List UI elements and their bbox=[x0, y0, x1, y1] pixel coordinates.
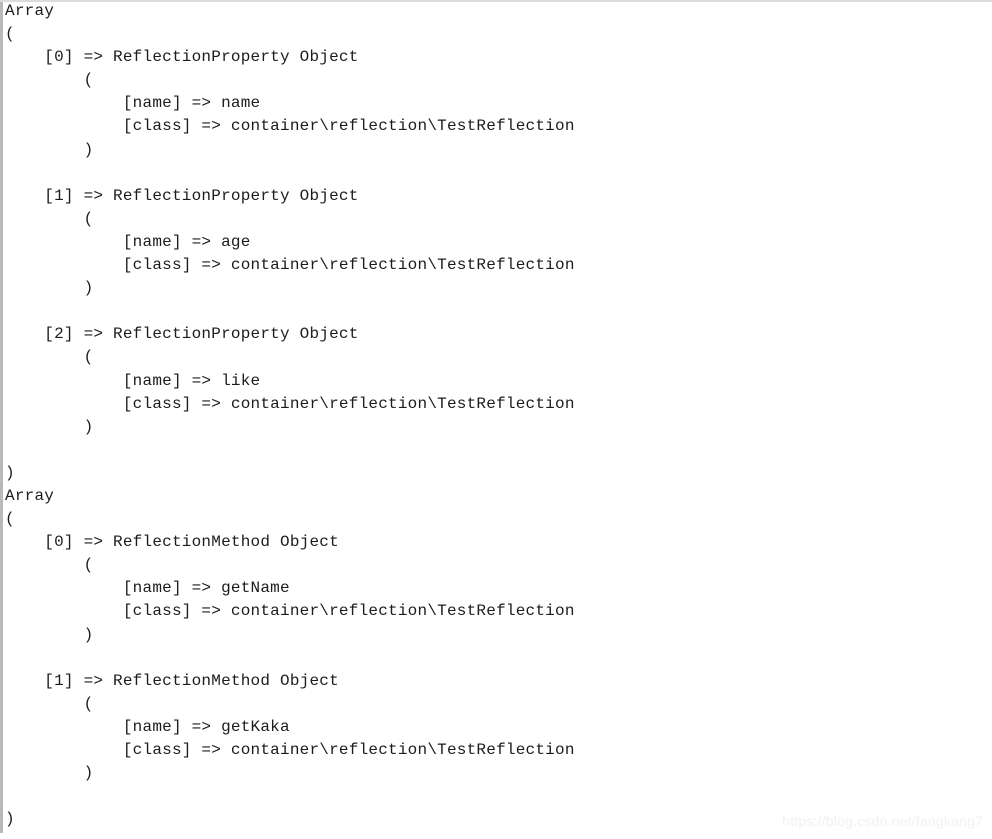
blog-watermark: https://blog.csdn.net/fangkang7 bbox=[782, 813, 983, 829]
left-gutter-divider bbox=[0, 2, 3, 833]
print-r-output: Array ( [0] => ReflectionProperty Object… bbox=[5, 2, 575, 829]
